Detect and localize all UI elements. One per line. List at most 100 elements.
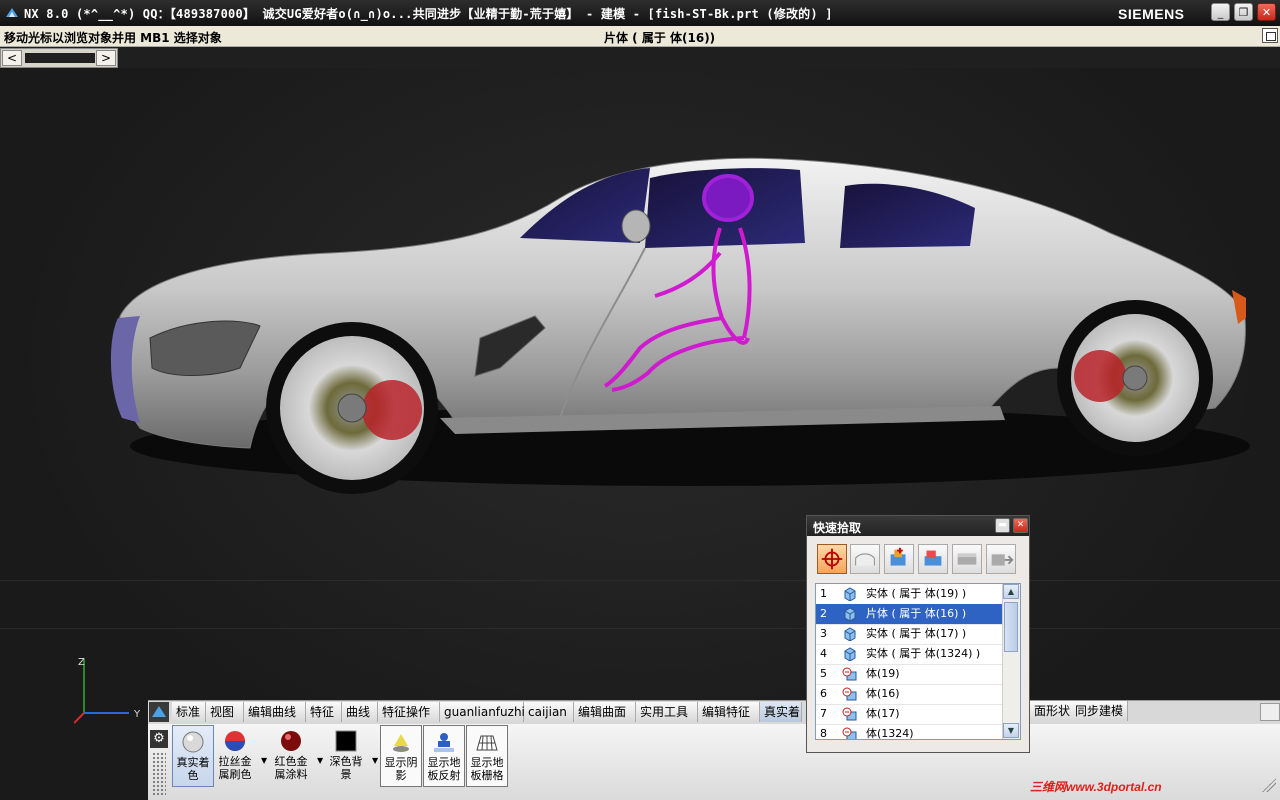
y-axis-label: Y xyxy=(133,709,141,720)
tool-red-metal-paint-button[interactable]: 红色金属涂料 xyxy=(270,725,312,787)
tool-shaded-sphere-button[interactable]: 真实着色 xyxy=(172,725,214,787)
row-number: 5 xyxy=(820,667,827,680)
body-feature-icon xyxy=(842,667,857,681)
dialog-minimize-icon[interactable]: ▬ xyxy=(995,518,1010,533)
rear-wheel[interactable] xyxy=(1057,300,1213,456)
dialog-close-icon[interactable]: ✕ xyxy=(1013,518,1028,533)
scroll-left-icon[interactable]: < xyxy=(2,50,22,66)
shadow-icon xyxy=(393,734,409,752)
solid-body-icon xyxy=(844,587,856,601)
tool-label: 真实着色 xyxy=(176,756,210,782)
pick-list-row[interactable]: 5 体(19) xyxy=(816,664,1002,685)
tab-4[interactable]: 曲线 xyxy=(342,702,378,722)
pick-list-row[interactable]: 7 体(17) xyxy=(816,704,1002,725)
tab-0[interactable]: 标准 xyxy=(172,702,206,722)
tab-8[interactable]: 编辑曲面 xyxy=(574,702,636,722)
row-number: 8 xyxy=(820,727,827,740)
wcs-triad: Z Y xyxy=(74,657,141,724)
scroll-right-icon[interactable]: > xyxy=(96,50,116,66)
solid-body-filter-icon[interactable] xyxy=(918,544,948,574)
row-label: 实体 ( 属于 体(19) ) xyxy=(866,587,967,600)
row-label: 体(1324) xyxy=(866,727,914,740)
tab-10[interactable]: 编辑特征 xyxy=(698,702,760,722)
row-label: 片体 ( 属于 体(16) ) xyxy=(866,607,967,620)
row-label: 体(19) xyxy=(866,667,900,680)
row-number: 2 xyxy=(820,607,827,620)
nx-toolbar-icon[interactable] xyxy=(148,701,170,723)
tool-label: 显示地板栅格 xyxy=(470,756,504,782)
tab-11[interactable]: 真实着 xyxy=(760,702,802,722)
body-feature-icon xyxy=(842,727,857,739)
front-wheel[interactable] xyxy=(266,322,438,494)
pick-list-row[interactable]: 3 实体 ( 属于 体(17) ) xyxy=(816,624,1002,645)
scroll-thumb[interactable] xyxy=(1004,602,1018,652)
nx-app-icon[interactable] xyxy=(4,5,20,21)
chevron-down-icon[interactable]: ▼ xyxy=(261,756,267,765)
scroll-up-icon[interactable]: ▲ xyxy=(1003,584,1019,599)
chevron-down-icon[interactable]: ▼ xyxy=(372,756,378,765)
pick-list-row[interactable]: 1 实体 ( 属于 体(19) ) xyxy=(816,584,1002,605)
row-number: 6 xyxy=(820,687,827,700)
scroll-track[interactable] xyxy=(25,53,95,63)
pick-list-row[interactable]: 4 实体 ( 属于 体(1324) ) xyxy=(816,644,1002,665)
toolbar-grip[interactable] xyxy=(152,752,166,796)
toolbar-options-icon[interactable] xyxy=(1260,703,1280,721)
horizontal-scroller[interactable]: < > xyxy=(0,48,118,68)
quick-pick-titlebar[interactable]: 快速拾取 ▬ ✕ xyxy=(807,516,1029,536)
solid-body-icon xyxy=(844,607,856,621)
resize-grip-icon[interactable] xyxy=(1262,778,1276,792)
tool-shadow-button[interactable]: 显示阴影 xyxy=(380,725,422,787)
tab-9[interactable]: 实用工具 xyxy=(636,702,698,722)
pick-list-scrollbar[interactable]: ▲ ▼ xyxy=(1002,584,1020,739)
status-line: 片体 ( 属于 体(16)) xyxy=(604,31,716,45)
row-number: 7 xyxy=(820,707,827,720)
cue-line: 移动光标以浏览对象并用 MB1 选择对象 xyxy=(4,31,222,45)
row-label: 实体 ( 属于 体(17) ) xyxy=(866,627,967,640)
tab-7[interactable]: caijian xyxy=(524,702,574,722)
pick-list-row[interactable]: 6 体(16) xyxy=(816,684,1002,705)
add-body-filter-icon[interactable] xyxy=(884,544,914,574)
row-number: 3 xyxy=(820,627,827,640)
gear-icon[interactable]: ⚙ xyxy=(150,730,168,748)
component-filter-icon[interactable] xyxy=(986,544,1016,574)
tool-floor-grid-button[interactable]: 显示地板栅格 xyxy=(466,725,508,787)
scroll-down-icon[interactable]: ▼ xyxy=(1003,723,1019,738)
chevron-down-icon[interactable]: ▼ xyxy=(317,756,323,765)
row-label: 体(16) xyxy=(866,687,900,700)
tool-label: 显示阴影 xyxy=(384,756,418,782)
close-button[interactable]: ✕ xyxy=(1257,3,1276,21)
red-metal-paint-icon xyxy=(281,731,301,751)
z-axis-label: Z xyxy=(78,657,85,668)
watermark: 三维网www.3dportal.cn xyxy=(1030,780,1162,794)
tab-3[interactable]: 特征 xyxy=(306,702,342,722)
solid-body-icon xyxy=(844,627,856,641)
car-model[interactable] xyxy=(0,68,1280,800)
tool-label: 显示地板反射 xyxy=(427,756,461,782)
sheet-filter-icon[interactable] xyxy=(850,544,880,574)
tool-dark-background-button[interactable]: 深色背景 xyxy=(325,725,367,787)
tab-6[interactable]: guanlianfuzhi xyxy=(440,702,525,722)
row-label: 体(17) xyxy=(866,707,900,720)
row-number: 4 xyxy=(820,647,827,660)
tab-1[interactable]: 视图 xyxy=(206,702,244,722)
restore-button[interactable]: ❐ xyxy=(1234,3,1253,21)
full-screen-toggle-icon[interactable] xyxy=(1262,28,1278,43)
minimize-button[interactable]: _ xyxy=(1211,3,1230,21)
tab-5[interactable]: 特征操作 xyxy=(378,702,440,722)
all-objects-filter-icon[interactable] xyxy=(817,544,847,574)
tool-brushed-metal-button[interactable]: 拉丝金属刷色 xyxy=(214,725,256,787)
title-bar: NX 8.0 (*^__^*) QQ：【489387000】 诚交UG爱好者o(… xyxy=(0,0,1280,26)
tab-tail-1[interactable]: 同步建模 xyxy=(1071,701,1129,721)
tab-2[interactable]: 编辑曲线 xyxy=(244,702,306,722)
floor-reflection-icon xyxy=(434,733,454,752)
dark-background-icon xyxy=(335,730,357,752)
graphics-window[interactable]: Z Y xyxy=(0,68,1280,800)
shaded-sphere-icon xyxy=(182,731,204,753)
pick-list: 1 实体 ( 属于 体(19) ) 2 片体 ( 属于 体(16) ) 3 实体 ( 属于… xyxy=(815,583,1021,740)
tool-floor-reflection-button[interactable]: 显示地板反射 xyxy=(423,725,465,787)
feature-filter-icon[interactable] xyxy=(952,544,982,574)
status-bar: 移动光标以浏览对象并用 MB1 选择对象 片体 ( 属于 体(16)) xyxy=(0,26,1280,47)
pick-list-row[interactable]: 8 体(1324) xyxy=(816,724,1002,740)
tab-tail-0[interactable]: 面形状 xyxy=(1030,701,1076,721)
pick-list-row[interactable]: 2 片体 ( 属于 体(16) ) xyxy=(816,604,1002,625)
